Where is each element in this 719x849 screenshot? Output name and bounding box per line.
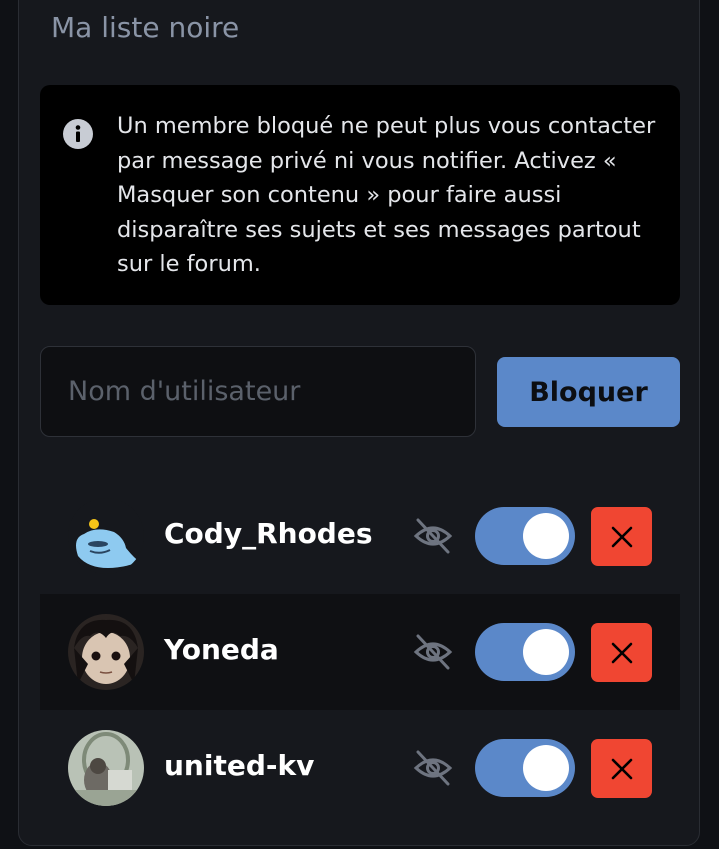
toggle-knob: [523, 745, 569, 791]
remove-button[interactable]: [591, 507, 652, 566]
blocked-user-row: united-kv: [40, 710, 680, 826]
eye-slash-icon[interactable]: [412, 516, 454, 556]
username: Yoneda: [164, 633, 279, 666]
toggle-knob: [523, 629, 569, 675]
eye-slash-icon[interactable]: [412, 748, 454, 788]
close-icon: [611, 642, 632, 663]
panel-title: Ma liste noire: [51, 11, 240, 44]
hide-content-toggle[interactable]: [475, 507, 575, 565]
hide-content-toggle[interactable]: [475, 623, 575, 681]
avatar: [68, 730, 144, 806]
blocked-user-row: Cody_Rhodes: [40, 478, 680, 594]
eye-slash-icon[interactable]: [412, 632, 454, 672]
avatar: [68, 614, 144, 690]
block-button[interactable]: Bloquer: [497, 357, 680, 427]
info-circle-icon: [63, 119, 93, 149]
close-icon: [611, 526, 632, 547]
hide-content-toggle[interactable]: [475, 739, 575, 797]
username: Cody_Rhodes: [164, 517, 373, 550]
username: united-kv: [164, 749, 315, 782]
info-text: Un membre bloqué ne peut plus vous conta…: [117, 113, 656, 278]
toggle-knob: [523, 513, 569, 559]
avatar: [68, 498, 144, 574]
remove-button[interactable]: [591, 739, 652, 798]
remove-button[interactable]: [591, 623, 652, 682]
close-icon: [611, 758, 632, 779]
blocked-user-row: Yoneda: [40, 594, 680, 710]
username-input[interactable]: [40, 346, 476, 437]
